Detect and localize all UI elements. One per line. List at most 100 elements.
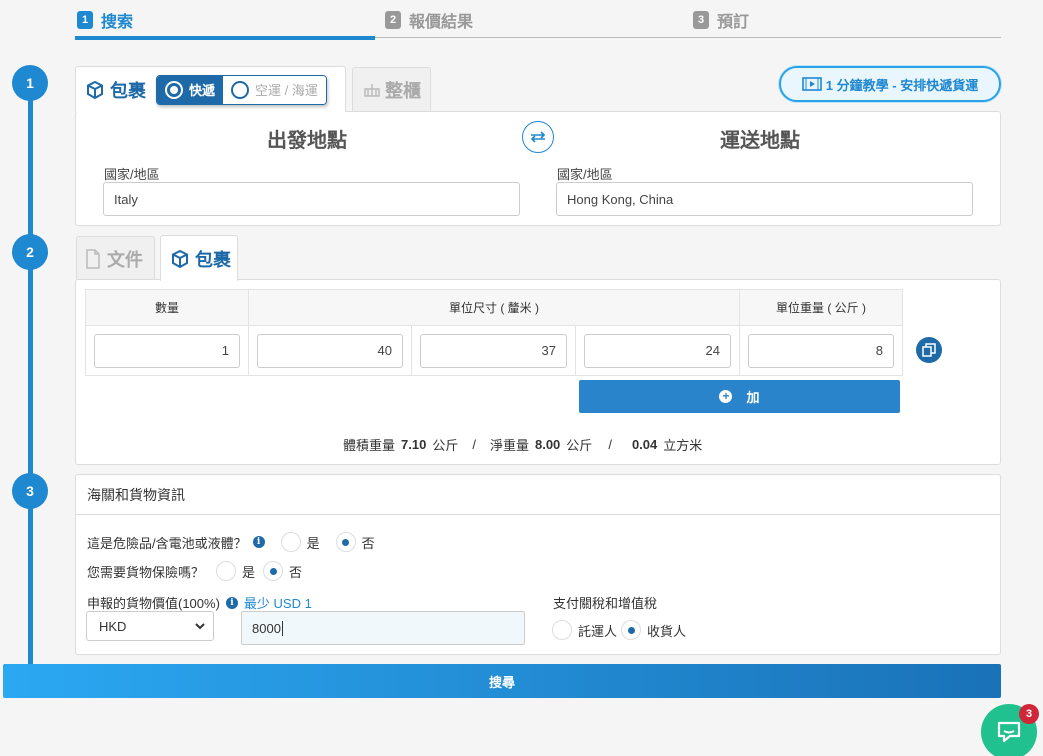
add-package-button[interactable]: + 加	[579, 380, 900, 413]
weight-input[interactable]: 8	[748, 333, 894, 368]
header-dimensions: 單位尺寸 ( 釐米 )	[248, 289, 740, 326]
tab-parcel-shipping[interactable]: 包裹 快遞 空運 / 海運	[75, 66, 346, 112]
step-booking[interactable]: 3 預訂	[693, 8, 749, 32]
step-label: 搜索	[101, 14, 134, 31]
destination-country-input[interactable]: Hong Kong, China	[556, 182, 973, 216]
mode-express-option[interactable]: 快遞	[157, 75, 224, 104]
currency-select[interactable]: HKD	[86, 611, 214, 641]
destination-country-label: 國家/地區	[557, 167, 613, 182]
duty-payer-label: 支付關稅和增值稅	[553, 596, 658, 611]
net-weight-label: 淨重量	[489, 438, 529, 453]
copy-icon	[922, 343, 936, 357]
height-cell: 24	[575, 325, 740, 376]
unit: 立方米	[663, 438, 703, 453]
progress-stepper: 1 搜索 2 報價結果 3 預訂	[75, 0, 1001, 40]
notification-badge: 3	[1019, 704, 1039, 724]
swap-icon	[530, 131, 546, 143]
duty-shipper-radio[interactable]	[552, 620, 572, 640]
origin-country-label: 國家/地區	[104, 167, 160, 182]
quantity-input[interactable]: 1	[94, 333, 240, 368]
height-input[interactable]: 24	[584, 333, 731, 368]
origin-title: 出發地點	[267, 130, 347, 152]
plus-icon: +	[719, 390, 733, 403]
info-icon[interactable]: i	[225, 596, 238, 609]
unit: 公斤	[432, 438, 459, 453]
step-quotes[interactable]: 2 報價結果	[385, 8, 473, 32]
step-label: 報價結果	[409, 14, 474, 31]
width-cell: 37	[411, 325, 576, 376]
declared-value-input[interactable]: 8000	[241, 611, 525, 645]
tab-parcel[interactable]: 包裹	[160, 235, 238, 281]
insurance-yes-radio[interactable]	[216, 561, 237, 581]
volume-value: 0.04	[631, 437, 658, 452]
declared-value-label: 申報的貨物價值(100%)	[87, 596, 220, 611]
question-label: 您需要貨物保險嗎？	[87, 564, 205, 580]
minimum-value-note: 最少 USD 1	[243, 596, 312, 611]
radio-icon	[231, 80, 250, 99]
swap-locations-button[interactable]	[522, 121, 554, 153]
step-number: 3	[693, 11, 709, 29]
tutorial-label: 1 分鐘教學 - 安排快遞貨運	[825, 77, 979, 93]
customs-section-title: 海關和貨物資訊	[76, 475, 1000, 515]
dangerous-yes-radio[interactable]	[280, 532, 301, 552]
step-search[interactable]: 1 搜索	[77, 8, 133, 32]
net-weight-value: 8.00	[534, 437, 561, 452]
option-label: 否	[289, 564, 303, 580]
step-label: 預訂	[717, 14, 750, 31]
dangerous-no-radio[interactable]	[335, 532, 356, 552]
declared-value-row: 申報的貨物價值(100%) i 最少 USD 1	[87, 593, 312, 612]
option-label: 是	[306, 535, 320, 551]
header-quantity: 數量	[85, 289, 249, 326]
text-caret	[281, 620, 283, 636]
chat-icon	[996, 720, 1022, 744]
option-label: 收貨人	[647, 623, 687, 639]
container-icon	[363, 82, 381, 98]
section-timeline	[28, 82, 33, 664]
option-label: 否	[361, 535, 375, 551]
option-label: 是	[242, 564, 256, 580]
origin-country-input[interactable]: Italy	[103, 182, 520, 216]
unit: 公斤	[566, 438, 593, 453]
question-label: 這是危險品/含電池或液體？	[87, 535, 247, 551]
radio-icon	[165, 80, 183, 99]
timeline-marker-1: 1	[12, 65, 48, 101]
step-number: 2	[385, 11, 401, 29]
input-value: 8000	[252, 620, 281, 636]
tutorial-button[interactable]: 1 分鐘教學 - 安排快遞貨運	[779, 66, 1001, 102]
tab-document[interactable]: 文件	[76, 236, 155, 280]
tab-label: 包裹	[110, 80, 146, 101]
width-input[interactable]: 37	[420, 333, 567, 368]
chevron-down-icon	[195, 622, 205, 630]
length-input[interactable]: 40	[257, 333, 403, 368]
search-button[interactable]: 搜尋	[3, 664, 1001, 698]
separator: /	[608, 437, 612, 452]
info-icon[interactable]: i	[252, 536, 265, 548]
insurance-row: 您需要貨物保險嗎？ 是 否	[87, 561, 302, 581]
qty-cell: 1	[85, 325, 249, 376]
box-icon	[171, 249, 189, 268]
box-icon	[86, 80, 104, 99]
tab-full-container[interactable]: 整櫃	[352, 67, 431, 111]
shipping-mode-toggle: 快遞 空運 / 海運	[156, 74, 327, 105]
separator: /	[472, 437, 476, 452]
header-weight: 單位重量 ( 公斤 )	[739, 289, 903, 326]
weight-cell: 8	[739, 325, 903, 376]
video-icon	[801, 77, 822, 91]
volumetric-weight-label: 體積重量	[343, 438, 396, 453]
tab-label: 文件	[107, 249, 143, 270]
option-label: 快遞	[189, 83, 216, 98]
timeline-marker-2: 2	[12, 234, 48, 270]
duty-payer-options: 託運人 收貨人	[552, 620, 686, 640]
timeline-marker-3: 3	[12, 473, 48, 509]
copy-row-button[interactable]	[916, 337, 942, 363]
insurance-no-radio[interactable]	[263, 561, 284, 581]
length-cell: 40	[248, 325, 412, 376]
tab-label: 整櫃	[385, 80, 421, 101]
duty-consignee-radio[interactable]	[621, 620, 642, 640]
volumetric-weight-value: 7.10	[401, 437, 427, 452]
weight-summary: 體積重量 7.10 公斤 / 淨重量 8.00 公斤 / 0.04 立方米	[343, 435, 702, 454]
mode-freight-option[interactable]: 空運 / 海運	[223, 75, 326, 104]
tab-label: 包裹	[195, 249, 231, 270]
option-label: 託運人	[578, 623, 618, 639]
step-number: 1	[77, 11, 93, 29]
